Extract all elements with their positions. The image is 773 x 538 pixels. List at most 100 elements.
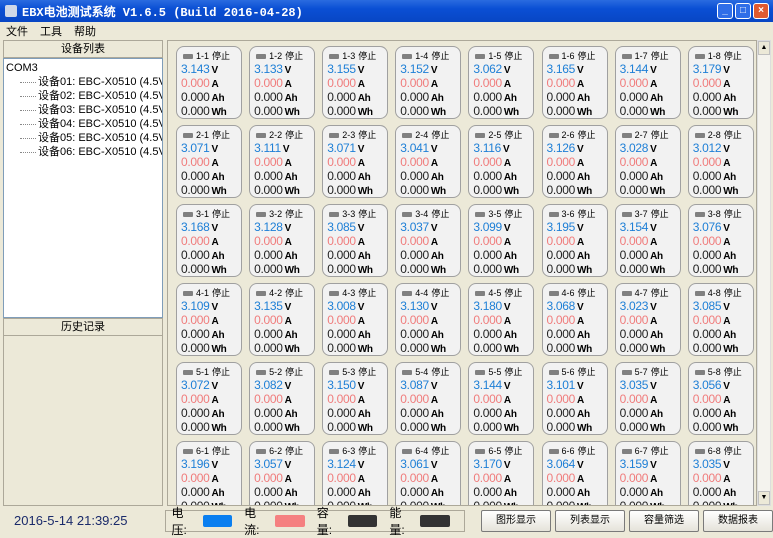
channel-card-1-3[interactable]: 1-3 停止 3.155 V 0.000 A 0.000 Ah 0.000 Wh [322, 46, 389, 119]
channel-card-3-3[interactable]: 3-3 停止 3.085 V 0.000 A 0.000 Ah 0.000 Wh [322, 204, 389, 277]
current-row: 0.000 A [473, 472, 529, 486]
scroll-up-icon[interactable]: ▲ [758, 41, 770, 55]
channel-card-2-6[interactable]: 2-6 停止 3.126 V 0.000 A 0.000 Ah 0.000 Wh [541, 125, 608, 198]
channel-card-4-3[interactable]: 4-3 停止 3.008 V 0.000 A 0.000 Ah 0.000 Wh [322, 283, 389, 356]
list-view-button[interactable]: 列表显示 [555, 509, 625, 532]
tree-port-com3[interactable]: COM3 [6, 61, 160, 75]
voltage-unit: V [503, 460, 511, 471]
channel-card-2-2[interactable]: 2-2 停止 3.111 V 0.000 A 0.000 Ah 0.000 Wh [249, 125, 316, 198]
channel-card-4-5[interactable]: 4-5 停止 3.180 V 0.000 A 0.000 Ah 0.000 Wh [468, 283, 535, 356]
voltage-row: 3.180 V [473, 300, 529, 314]
capacity-unit: Ah [211, 488, 225, 499]
channel-card-3-4[interactable]: 3-4 停止 3.037 V 0.000 A 0.000 Ah 0.000 Wh [395, 204, 462, 277]
channel-card-4-4[interactable]: 4-4 停止 3.130 V 0.000 A 0.000 Ah 0.000 Wh [395, 283, 462, 356]
voltage-unit: V [503, 381, 511, 392]
channel-card-2-3[interactable]: 2-3 停止 3.071 V 0.000 A 0.000 Ah 0.000 Wh [322, 125, 389, 198]
channel-card-4-2[interactable]: 4-2 停止 3.135 V 0.000 A 0.000 Ah 0.000 Wh [249, 283, 316, 356]
tree-device-3[interactable]: 设备03: EBC-X0510 (4.5V/10A [6, 103, 162, 117]
energy-value: 0.000 [692, 420, 722, 434]
channel-card-1-8[interactable]: 1-8 停止 3.179 V 0.000 A 0.000 Ah 0.000 Wh [687, 46, 754, 119]
channel-card-5-1[interactable]: 5-1 停止 3.072 V 0.000 A 0.000 Ah 0.000 Wh [176, 362, 242, 435]
capacity-value: 0.000 [254, 90, 283, 104]
tree-device-5[interactable]: 设备05: EBC-X0510 (4.5V/10A [6, 131, 162, 145]
current-row: 0.000 A [327, 235, 383, 249]
channel-card-1-6[interactable]: 1-6 停止 3.165 V 0.000 A 0.000 Ah 0.000 Wh [541, 46, 608, 119]
channel-card-5-5[interactable]: 5-5 停止 3.144 V 0.000 A 0.000 Ah 0.000 Wh [468, 362, 535, 435]
close-button[interactable]: × [753, 3, 769, 19]
channel-card-2-1[interactable]: 2-1 停止 3.071 V 0.000 A 0.000 Ah 0.000 Wh [176, 125, 242, 198]
channel-card-4-8[interactable]: 4-8 停止 3.085 V 0.000 A 0.000 Ah 0.000 Wh [687, 283, 754, 356]
channel-card-3-2[interactable]: 3-2 停止 3.128 V 0.000 A 0.000 Ah 0.000 Wh [249, 204, 316, 277]
scroll-down-icon[interactable]: ▼ [758, 491, 770, 505]
capacity-filter-button[interactable]: 容量筛选 [629, 509, 699, 532]
channel-card-1-1[interactable]: 1-1 停止 3.143 V 0.000 A 0.000 Ah 0.000 Wh [176, 46, 242, 119]
maximize-button[interactable]: □ [735, 3, 751, 19]
current-row: 0.000 A [473, 156, 529, 170]
channel-card-5-2[interactable]: 5-2 停止 3.082 V 0.000 A 0.000 Ah 0.000 Wh [249, 362, 316, 435]
voltage-unit: V [577, 302, 584, 313]
menu-file[interactable]: 文件 [6, 23, 28, 39]
channel-card-2-8[interactable]: 2-8 停止 3.012 V 0.000 A 0.000 Ah 0.000 Wh [687, 125, 754, 198]
channel-card-5-8[interactable]: 5-8 停止 3.056 V 0.000 A 0.000 Ah 0.000 Wh [687, 362, 754, 435]
capacity-value: 0.000 [400, 327, 429, 341]
channel-card-3-8[interactable]: 3-8 停止 3.076 V 0.000 A 0.000 Ah 0.000 Wh [687, 204, 754, 277]
channel-card-3-7[interactable]: 3-7 停止 3.154 V 0.000 A 0.000 Ah 0.000 Wh [614, 204, 681, 277]
capacity-unit: Ah [284, 409, 298, 420]
status-led-icon [402, 53, 413, 59]
channel-card-6-3[interactable]: 6-3停止3.124V0.000A0.000Ah0.000Wh [322, 441, 389, 505]
vertical-scrollbar[interactable]: ▲ ▼ [757, 40, 771, 506]
capacity-row: 0.000 Ah [400, 407, 456, 421]
channel-card-6-5[interactable]: 6-5停止3.170V0.000A0.000Ah0.000Wh [468, 441, 535, 505]
channel-card-4-6[interactable]: 4-6 停止 3.068 V 0.000 A 0.000 Ah 0.000 Wh [541, 283, 608, 356]
channel-card-5-4[interactable]: 5-4 停止 3.087 V 0.000 A 0.000 Ah 0.000 Wh [395, 362, 462, 435]
capacity-row: 0.000 Ah [473, 170, 529, 184]
graph-view-button[interactable]: 图形显示 [481, 509, 551, 532]
channel-card-1-7[interactable]: 1-7 停止 3.144 V 0.000 A 0.000 Ah 0.000 Wh [614, 46, 681, 119]
channel-card-1-4[interactable]: 1-4 停止 3.152 V 0.000 A 0.000 Ah 0.000 Wh [395, 46, 462, 119]
capacity-value: 0.000 [327, 406, 356, 420]
channel-header: 5-2 停止 [254, 365, 310, 379]
channel-card-4-1[interactable]: 4-1 停止 3.109 V 0.000 A 0.000 Ah 0.000 Wh [176, 283, 242, 356]
current-unit: A [430, 316, 438, 327]
channel-card-5-7[interactable]: 5-7 停止 3.035 V 0.000 A 0.000 Ah 0.000 Wh [614, 362, 681, 435]
channel-card-6-4[interactable]: 6-4停止3.061V0.000A0.000Ah0.000Wh [395, 441, 462, 505]
tree-device-1[interactable]: 设备01: EBC-X0510 (4.5V/10A [6, 75, 162, 89]
channel-card-5-3[interactable]: 5-3 停止 3.150 V 0.000 A 0.000 Ah 0.000 Wh [322, 362, 389, 435]
channel-card-2-7[interactable]: 2-7 停止 3.028 V 0.000 A 0.000 Ah 0.000 Wh [614, 125, 681, 198]
channel-card-5-6[interactable]: 5-6 停止 3.101 V 0.000 A 0.000 Ah 0.000 Wh [541, 362, 608, 435]
menu-tools[interactable]: 工具 [40, 23, 62, 39]
channel-card-4-7[interactable]: 4-7 停止 3.023 V 0.000 A 0.000 Ah 0.000 Wh [614, 283, 681, 356]
channel-card-3-1[interactable]: 3-1 停止 3.168 V 0.000 A 0.000 Ah 0.000 Wh [176, 204, 242, 277]
voltage-value: 3.128 [254, 220, 283, 234]
status-led-icon [475, 132, 486, 138]
channel-card-6-2[interactable]: 6-2停止3.057V0.000A0.000Ah0.000Wh [249, 441, 316, 505]
energy-value: 0.000 [327, 262, 356, 276]
channel-card-6-7[interactable]: 6-7停止3.159V0.000A0.000Ah0.000Wh [614, 441, 681, 505]
energy-row: 0.000Wh [327, 184, 383, 198]
channel-card-6-8[interactable]: 6-8停止3.035V0.000A0.000Ah0.000Wh [687, 441, 754, 505]
channel-card-1-5[interactable]: 1-5 停止 3.062 V 0.000 A 0.000 Ah 0.000 Wh [468, 46, 535, 119]
current-unit: A [357, 395, 365, 406]
voltage-row: 3.124 V [327, 458, 383, 472]
channel-header: 3-5 停止 [473, 207, 529, 221]
channel-card-3-6[interactable]: 3-6 停止 3.195 V 0.000 A 0.000 Ah 0.000 Wh [541, 204, 608, 277]
energy-unit: Wh [431, 502, 446, 505]
legend-swatch-2 [347, 514, 378, 527]
channel-card-6-6[interactable]: 6-6停止3.064V0.000A0.000Ah0.000Wh [541, 441, 608, 505]
menu-help[interactable]: 帮助 [74, 23, 96, 39]
channel-card-1-2[interactable]: 1-2 停止 3.133 V 0.000 A 0.000 Ah 0.000 Wh [249, 46, 316, 119]
channel-header: 5-6 停止 [547, 365, 603, 379]
data-report-button[interactable]: 数据报表 [703, 509, 773, 532]
channel-card-3-5[interactable]: 3-5 停止 3.099 V 0.000 A 0.000 Ah 0.000 Wh [468, 204, 535, 277]
channel-card-2-4[interactable]: 2-4 停止 3.041 V 0.000 A 0.000 Ah 0.000 Wh [395, 125, 462, 198]
channel-card-6-1[interactable]: 6-1停止3.196V0.000A0.000Ah0.000Wh [176, 441, 242, 505]
tree-device-2[interactable]: 设备02: EBC-X0510 (4.5V/10A [6, 89, 162, 103]
minimize-button[interactable]: _ [717, 3, 733, 19]
voltage-unit: V [577, 223, 584, 234]
current-unit: A [577, 79, 584, 90]
current-unit: A [284, 474, 292, 485]
tree-device-4[interactable]: 设备04: EBC-X0510 (4.5V/10A [6, 117, 162, 131]
tree-device-6[interactable]: 设备06: EBC-X0510 (4.5V/10A [6, 145, 162, 159]
current-value: 0.000 [692, 392, 722, 406]
channel-card-2-5[interactable]: 2-5 停止 3.116 V 0.000 A 0.000 Ah 0.000 Wh [468, 125, 535, 198]
